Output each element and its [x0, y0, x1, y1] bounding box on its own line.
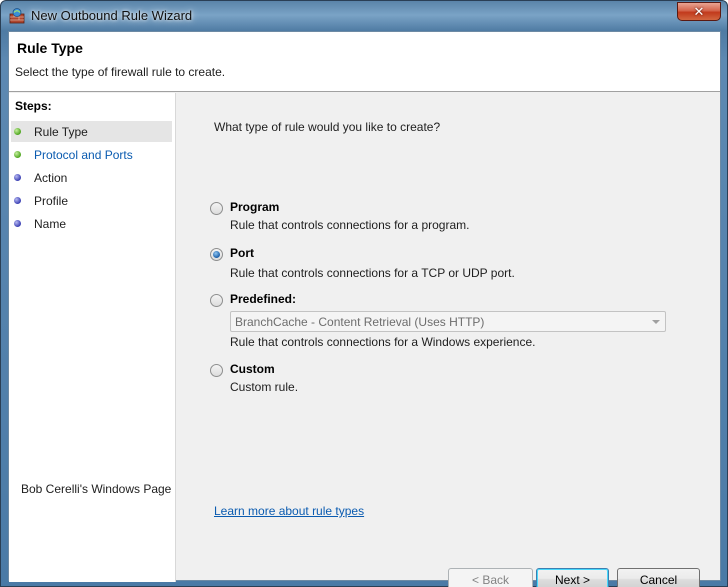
step-complete-icon	[14, 151, 21, 158]
step-complete-icon	[14, 128, 21, 135]
port-radio[interactable]	[210, 248, 223, 261]
chevron-down-icon[interactable]	[652, 320, 660, 324]
option-description: Rule that controls connections for a pro…	[230, 218, 470, 232]
close-icon: ✕	[693, 3, 705, 19]
custom-radio[interactable]	[210, 364, 223, 377]
wizard-client-area: Rule Type Select the type of firewall ru…	[8, 31, 721, 587]
step-label: Name	[34, 216, 67, 231]
page-subtitle: Select the type of firewall rule to crea…	[15, 65, 226, 79]
next-button[interactable]: Next >	[536, 568, 609, 587]
step-protocol-and-ports[interactable]: Protocol and Ports	[11, 144, 172, 165]
predefined-radio[interactable]	[210, 294, 223, 307]
predefined-select[interactable]: BranchCache - Content Retrieval (Uses HT…	[230, 311, 666, 332]
steps-panel: Steps: Rule Type Protocol and Ports Acti…	[9, 93, 176, 582]
step-label: Protocol and Ports	[34, 147, 133, 162]
main-panel: What type of rule would you like to crea…	[177, 93, 720, 587]
cancel-button[interactable]: Cancel	[617, 568, 700, 587]
option-label: Custom	[230, 362, 275, 376]
step-rule-type[interactable]: Rule Type	[11, 121, 172, 142]
firewall-icon	[9, 8, 25, 24]
step-pending-icon	[14, 220, 21, 227]
wizard-window: New Outbound Rule Wizard ✕ Rule Type Sel…	[0, 0, 728, 587]
learn-more-link[interactable]: Learn more about rule types	[214, 504, 364, 518]
step-label: Rule Type	[34, 124, 88, 139]
option-description: Custom rule.	[230, 380, 299, 394]
program-radio[interactable]	[210, 202, 223, 215]
option-label: Predefined:	[230, 292, 297, 306]
back-button[interactable]: < Back	[448, 568, 533, 587]
window-title: New Outbound Rule Wizard	[31, 8, 193, 23]
option-label: Port	[230, 246, 254, 260]
option-description: Rule that controls connections for a Win…	[230, 335, 536, 349]
rule-type-question: What type of rule would you like to crea…	[214, 120, 441, 134]
steps-heading: Steps:	[15, 99, 52, 113]
step-label: Profile	[34, 193, 69, 208]
step-label: Action	[34, 170, 68, 185]
predefined-select-value: BranchCache - Content Retrieval (Uses HT…	[235, 315, 485, 329]
step-name[interactable]: Name	[11, 213, 172, 234]
step-pending-icon	[14, 197, 21, 204]
title-bar[interactable]: New Outbound Rule Wizard ✕	[1, 1, 727, 31]
option-label: Program	[230, 200, 280, 214]
step-profile[interactable]: Profile	[11, 190, 172, 211]
page-title: Rule Type	[17, 40, 83, 56]
step-pending-icon	[14, 174, 21, 181]
wizard-header: Rule Type Select the type of firewall ru…	[9, 32, 720, 92]
step-action[interactable]: Action	[11, 167, 172, 188]
option-description: Rule that controls connections for a TCP…	[230, 266, 515, 280]
close-button[interactable]: ✕	[677, 2, 721, 21]
watermark-text: Bob Cerelli's Windows Page	[21, 482, 172, 496]
